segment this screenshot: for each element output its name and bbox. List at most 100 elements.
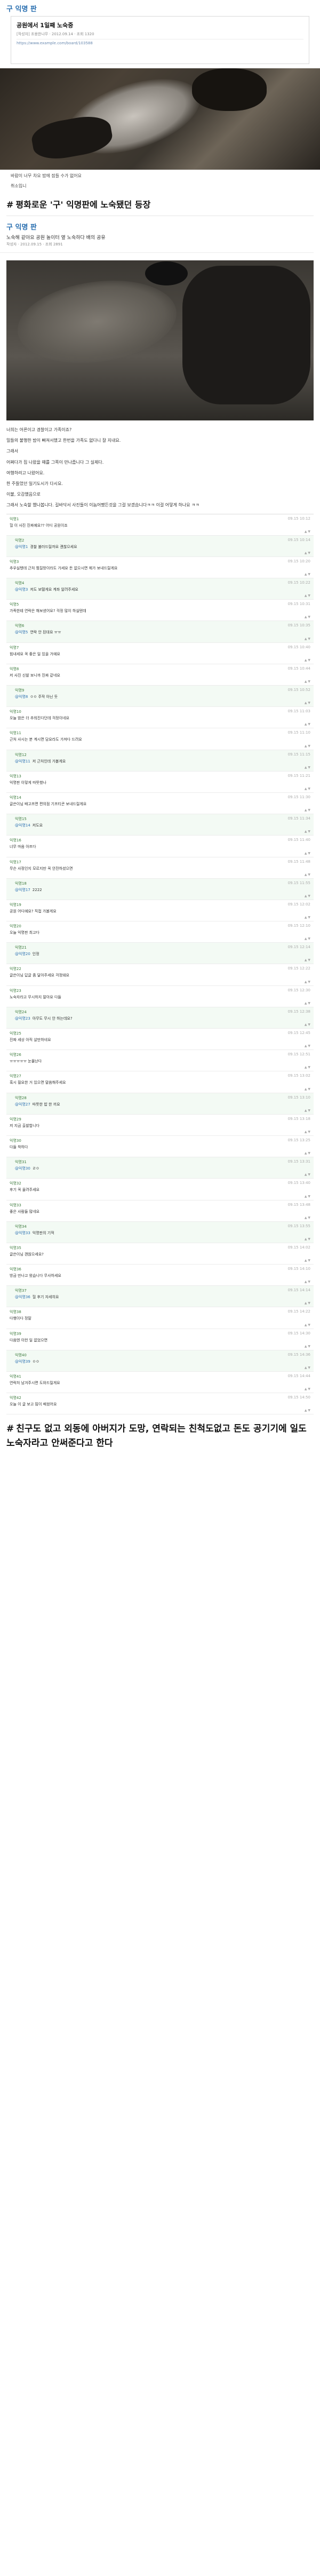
vote-icons[interactable]: ▲ ▼ bbox=[10, 1087, 310, 1091]
comment-author[interactable]: 익명26 bbox=[10, 1052, 21, 1058]
mention-tag[interactable]: @익명39 bbox=[15, 1359, 30, 1364]
post-subtitle[interactable]: 노숙해 같아요 공원 놀이터 옆 노숙하다 배의 공유 bbox=[0, 234, 320, 242]
vote-icons[interactable]: ▲ ▼ bbox=[15, 1366, 310, 1370]
vote-icons[interactable]: ▲ ▼ bbox=[15, 1023, 310, 1027]
comment-author[interactable]: 익명4 bbox=[15, 581, 24, 586]
mention-tag[interactable]: @익명14 bbox=[15, 823, 30, 828]
mention-tag[interactable]: @익명36 bbox=[15, 1295, 30, 1299]
comment-author[interactable]: 익명30 bbox=[10, 1138, 21, 1143]
comment-row[interactable]: 익명25 09.15 12:45 진짜 세상 아직 살만하네요 ▲ ▼ bbox=[6, 1029, 314, 1051]
comment-author[interactable]: 익명12 bbox=[15, 752, 27, 758]
comment-author[interactable]: 익명13 bbox=[10, 774, 21, 779]
vote-icons[interactable]: ▲ ▼ bbox=[10, 1345, 310, 1348]
mention-tag[interactable]: @익명1 bbox=[15, 545, 28, 549]
comment-author[interactable]: 익명16 bbox=[10, 838, 21, 843]
vote-icons[interactable]: ▲ ▼ bbox=[15, 830, 310, 833]
comment-row[interactable]: 익명30 09.15 13:25 다들 착하다 ▲ ▼ bbox=[6, 1136, 314, 1158]
comment-row[interactable]: 익명8 09.15 10:44 저 사진 신발 보니까 진짜 같네요 ▲ ▼ bbox=[6, 664, 314, 686]
comment-author[interactable]: 익명22 bbox=[10, 966, 21, 972]
comment-author[interactable]: 익명3 bbox=[10, 559, 19, 565]
vote-icons[interactable]: ▲ ▼ bbox=[10, 530, 310, 534]
comment-author[interactable]: 익명41 bbox=[10, 1374, 21, 1379]
comment-author[interactable]: 익명29 bbox=[10, 1117, 21, 1122]
mention-tag[interactable]: @익명20 bbox=[15, 952, 30, 956]
vote-icons[interactable]: ▲ ▼ bbox=[10, 1323, 310, 1327]
comment-author[interactable]: 익명32 bbox=[10, 1181, 21, 1186]
comment-author[interactable]: 익명21 bbox=[15, 945, 27, 950]
comment-row[interactable]: 익명10 09.15 11:03 오늘 밤은 더 추워진다던데 걱정이네요 ▲ ▼ bbox=[6, 707, 314, 729]
vote-icons[interactable]: ▲ ▼ bbox=[10, 1151, 310, 1155]
vote-icons[interactable]: ▲ ▼ bbox=[10, 937, 310, 941]
vote-icons[interactable]: ▲ ▼ bbox=[10, 1044, 310, 1048]
vote-icons[interactable]: ▲ ▼ bbox=[10, 1280, 310, 1284]
comment-author[interactable]: 익명17 bbox=[10, 860, 21, 865]
vote-icons[interactable]: ▲ ▼ bbox=[15, 551, 310, 555]
vote-icons[interactable]: ▲ ▼ bbox=[15, 894, 310, 898]
reply-row[interactable]: 익명37 09.15 14:14 @익명36 헐 후기 자세히요 ▲ ▼ bbox=[6, 1286, 314, 1308]
comment-author[interactable]: 익명27 bbox=[10, 1074, 21, 1079]
mention-tag[interactable]: @익명11 bbox=[15, 759, 30, 764]
vote-icons[interactable]: ▲ ▼ bbox=[15, 594, 310, 598]
comment-author[interactable]: 익명19 bbox=[10, 902, 21, 908]
comment-row[interactable]: 익명20 09.15 12:10 오늘 익명판 최고다 ▲ ▼ bbox=[6, 921, 314, 943]
comment-author[interactable]: 익명24 bbox=[15, 1009, 27, 1015]
comment-author[interactable]: 익명31 bbox=[15, 1159, 27, 1165]
mention-tag[interactable]: @익명5 bbox=[15, 630, 28, 634]
vote-icons[interactable]: ▲ ▼ bbox=[10, 916, 310, 919]
comment-row[interactable]: 익명3 09.15 10:20 추우실텐데 근처 찜질방이라도 가세요 돈 없으시면… bbox=[6, 557, 314, 579]
vote-icons[interactable]: ▲ ▼ bbox=[10, 1259, 310, 1262]
vote-icons[interactable]: ▲ ▼ bbox=[15, 1109, 310, 1112]
vote-icons[interactable]: ▲ ▼ bbox=[10, 1001, 310, 1005]
comment-author[interactable]: 익명34 bbox=[15, 1224, 27, 1229]
reply-row[interactable]: 익명6 09.15 10:35 @익명5 연락 안 된대요 ㅠㅠ ▲ ▼ bbox=[6, 621, 314, 643]
vote-icons[interactable]: ▲ ▼ bbox=[10, 722, 310, 726]
comment-row[interactable]: 익명36 09.15 14:10 방금 만나고 왔습니다 무사하세요 ▲ ▼ bbox=[6, 1265, 314, 1286]
mention-tag[interactable]: @익명33 bbox=[15, 1231, 30, 1235]
comment-row[interactable]: 익명39 09.15 14:30 다음엔 이런 일 없었으면 ▲ ▼ bbox=[6, 1329, 314, 1350]
vote-icons[interactable]: ▲ ▼ bbox=[10, 787, 310, 791]
comment-author[interactable]: 익명7 bbox=[10, 645, 19, 650]
vote-icons[interactable]: ▲ ▼ bbox=[10, 980, 310, 984]
vote-icons[interactable]: ▲ ▼ bbox=[10, 1066, 310, 1069]
comment-author[interactable]: 익명38 bbox=[10, 1309, 21, 1315]
comment-row[interactable]: 익명23 09.15 12:30 노숙자라고 무시하지 말아요 다들 ▲ ▼ bbox=[6, 986, 314, 1007]
mention-tag[interactable]: @익명30 bbox=[15, 1166, 30, 1171]
comment-author[interactable]: 익명35 bbox=[10, 1245, 21, 1251]
vote-icons[interactable]: ▲ ▼ bbox=[10, 1387, 310, 1391]
comment-author[interactable]: 익명39 bbox=[10, 1331, 21, 1337]
comment-row[interactable]: 익명35 09.15 14:02 글쓴이님 괜찮으세요? ▲ ▼ bbox=[6, 1243, 314, 1265]
vote-icons[interactable]: ▲ ▼ bbox=[15, 1237, 310, 1241]
comment-author[interactable]: 익명8 bbox=[10, 666, 19, 672]
comment-author[interactable]: 익명33 bbox=[10, 1203, 21, 1208]
comment-row[interactable]: 익명13 09.15 11:21 익명판 이렇게 따뜻했나 ▲ ▼ bbox=[6, 772, 314, 793]
mention-tag[interactable]: @익명8 bbox=[15, 695, 28, 699]
post-url-link[interactable]: https://www.example.com/board/103588 bbox=[17, 41, 303, 45]
reply-row[interactable]: 익명15 09.15 11:34 @익명14 저도요 ▲ ▼ bbox=[6, 814, 314, 836]
reply-row[interactable]: 익명21 09.15 12:14 @익명20 인정 ▲ ▼ bbox=[6, 943, 314, 965]
comment-row[interactable]: 익명26 09.15 12:51 ㅠㅠㅠㅠㅠ 눈물난다 ▲ ▼ bbox=[6, 1050, 314, 1072]
mention-tag[interactable]: @익명27 bbox=[15, 1102, 30, 1107]
vote-icons[interactable]: ▲ ▼ bbox=[15, 701, 310, 705]
vote-icons[interactable]: ▲ ▼ bbox=[10, 1130, 310, 1134]
comment-author[interactable]: 익명2 bbox=[15, 538, 24, 543]
mention-tag[interactable]: @익명23 bbox=[15, 1016, 30, 1021]
vote-icons[interactable]: ▲ ▼ bbox=[10, 1216, 310, 1220]
comment-author[interactable]: 익명20 bbox=[10, 924, 21, 929]
vote-icons[interactable]: ▲ ▼ bbox=[10, 852, 310, 855]
comment-row[interactable]: 익명19 09.15 12:02 공원 어디예요? 직접 가볼게요 ▲ ▼ bbox=[6, 900, 314, 922]
reply-row[interactable]: 익명28 09.15 13:10 @익명27 따뜻한 밥 한 끼요 ▲ ▼ bbox=[6, 1093, 314, 1115]
board-label[interactable]: 구 익명 판 bbox=[0, 0, 320, 13]
comment-row[interactable]: 익명5 09.15 10:31 가족한테 연락은 해보셨어요? 걱정 많이 하실텐데… bbox=[6, 600, 314, 622]
vote-icons[interactable]: ▲ ▼ bbox=[10, 1195, 310, 1198]
vote-icons[interactable]: ▲ ▼ bbox=[10, 680, 310, 683]
comment-author[interactable]: 익명40 bbox=[15, 1353, 27, 1358]
vote-icons[interactable]: ▲ ▼ bbox=[10, 808, 310, 812]
comment-author[interactable]: 익명15 bbox=[15, 816, 27, 822]
comment-row[interactable]: 익명33 09.15 13:48 좋은 사람들 많네요 ▲ ▼ bbox=[6, 1200, 314, 1222]
mention-tag[interactable]: @익명17 bbox=[15, 888, 30, 892]
vote-icons[interactable]: ▲ ▼ bbox=[15, 637, 310, 641]
vote-icons[interactable]: ▲ ▼ bbox=[10, 573, 310, 576]
comment-author[interactable]: 익명42 bbox=[10, 1395, 21, 1401]
comment-row[interactable]: 익명32 09.15 13:40 후기 꼭 올려주세요 ▲ ▼ bbox=[6, 1179, 314, 1200]
reply-row[interactable]: 익명34 09.15 13:55 @익명33 익명판의 기적 ▲ ▼ bbox=[6, 1221, 314, 1243]
